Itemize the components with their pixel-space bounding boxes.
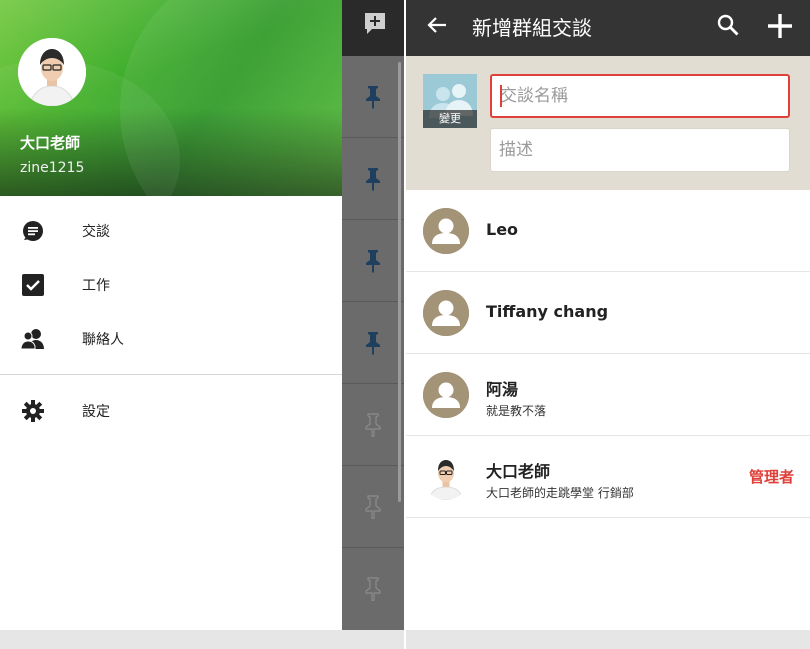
description-input[interactable] [490, 128, 790, 172]
drawer-header: 大口老師 zine1215 [0, 0, 342, 196]
system-navigation-bar [0, 630, 404, 649]
list-item[interactable]: 阿湯 就是教不落 [406, 354, 810, 436]
member-name: 阿湯 [486, 380, 519, 399]
drawer-item-contacts[interactable]: 聯絡人 [0, 312, 342, 366]
page-title: 新增群組交談 [472, 16, 592, 40]
drawer-item-label: 工作 [82, 278, 110, 294]
list-item[interactable]: 大口老師 大口老師的走跳學堂 行銷部 管理者 [406, 436, 810, 518]
left-screen: 大口老師 zine1215 交談 工作 聯絡人 設定 [0, 0, 404, 649]
compose-chat-icon[interactable] [364, 12, 386, 40]
pin-icon[interactable] [342, 138, 404, 220]
app-bar: 新增群組交談 [406, 0, 810, 56]
scrollbar[interactable] [398, 62, 401, 502]
drawer-item-chats[interactable]: 交談 [0, 204, 342, 258]
group-photo[interactable]: 變更 [423, 74, 477, 128]
gear-icon [21, 399, 45, 423]
member-subtitle: 就是教不落 [486, 404, 547, 418]
list-item[interactable]: Leo [406, 190, 810, 272]
chat-bubble-icon [21, 219, 45, 243]
pin-icon[interactable] [342, 302, 404, 384]
chat-name-input[interactable] [490, 74, 790, 118]
member-name: Leo [486, 220, 519, 239]
drawer-item-label: 設定 [82, 404, 110, 420]
drawer-item-label: 交談 [82, 224, 110, 240]
member-name: 大口老師 [486, 462, 551, 481]
default-person-icon [423, 372, 469, 418]
navigation-drawer: 大口老師 zine1215 交談 工作 聯絡人 設定 [0, 0, 342, 630]
drawer-item-tasks[interactable]: 工作 [0, 258, 342, 312]
pin-outline-icon[interactable] [342, 466, 404, 548]
drawer-divider [0, 374, 342, 375]
pin-outline-icon[interactable] [342, 548, 404, 630]
pin-icon[interactable] [342, 56, 404, 138]
default-person-icon [423, 208, 469, 254]
member-name: Tiffany chang [486, 302, 609, 321]
avatar [423, 454, 469, 500]
search-icon[interactable] [716, 13, 740, 41]
group-info-form: 變更 [406, 56, 810, 190]
change-photo-label[interactable]: 變更 [423, 110, 477, 128]
background-app-bar [342, 0, 404, 56]
pin-icon[interactable] [342, 220, 404, 302]
checkbox-icon [21, 273, 45, 297]
default-person-icon [423, 290, 469, 336]
background-chat-list [342, 0, 404, 630]
list-item[interactable]: Tiffany chang [406, 272, 810, 354]
arrow-left-icon[interactable] [426, 14, 448, 40]
text-caret [500, 85, 502, 107]
avatar [423, 208, 469, 254]
right-screen: 新增群組交談 變更 Leo [406, 0, 810, 649]
drawer-item-settings[interactable]: 設定 [0, 384, 342, 438]
profile-name: 大口老師 [20, 134, 81, 152]
avatar [423, 372, 469, 418]
plus-icon[interactable] [766, 12, 794, 44]
profile-user-id: zine1215 [20, 160, 85, 176]
system-navigation-bar [406, 630, 810, 649]
pin-outline-icon[interactable] [342, 384, 404, 466]
contacts-icon [21, 327, 45, 351]
avatar [423, 290, 469, 336]
admin-badge: 管理者 [748, 468, 794, 486]
member-subtitle: 大口老師的走跳學堂 行銷部 [486, 486, 634, 500]
drawer-item-label: 聯絡人 [82, 332, 124, 348]
avatar[interactable] [18, 38, 86, 106]
